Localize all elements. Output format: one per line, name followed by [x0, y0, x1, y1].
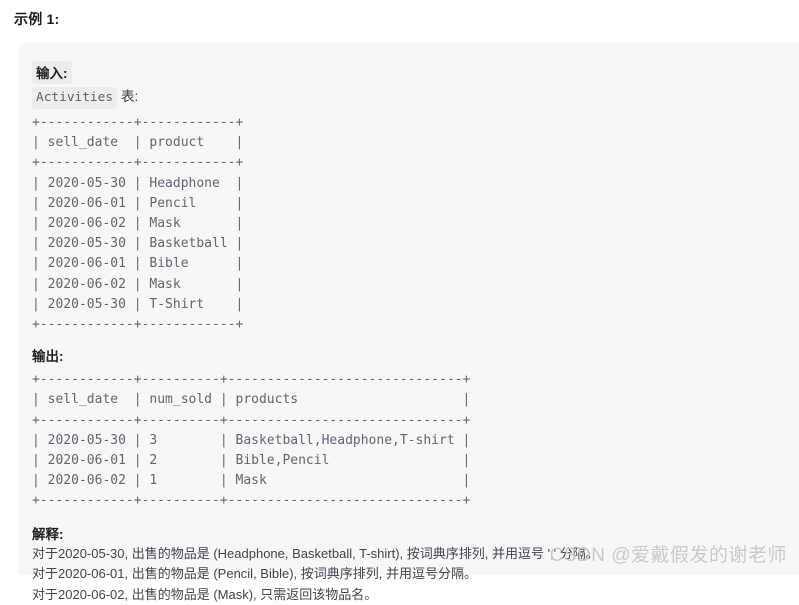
page-title: 示例 1:: [14, 11, 60, 27]
explanation-line: 对于2020-06-01, 出售的物品是 (Pencil, Bible), 按词…: [32, 566, 477, 582]
output-ascii-table: +------------+----------+---------------…: [32, 372, 471, 509]
table-suffix-label: 表:: [121, 89, 139, 104]
input-ascii-table: +------------+------------+ | sell_date …: [32, 115, 244, 333]
explanation-lines: 对于2020-05-30, 出售的物品是 (Headphone, Basketb…: [32, 544, 799, 605]
output-label-row: 输出:: [32, 345, 799, 366]
example-code-card: 输入: Activities 表: +------------+---------…: [18, 43, 799, 602]
input-label-row: 输入:: [32, 61, 799, 84]
output-label: 输出:: [32, 349, 64, 365]
explanation-label: 解释:: [32, 526, 64, 542]
input-table-name-row: Activities 表:: [32, 87, 799, 109]
activities-table-name: Activities: [32, 87, 118, 109]
input-label: 输入:: [32, 61, 72, 84]
explanation-line: 对于2020-06-02, 出售的物品是 (Mask), 只需返回该物品名。: [32, 586, 378, 602]
explanation-line: 对于2020-05-30, 出售的物品是 (Headphone, Basketb…: [32, 545, 599, 561]
explanation-label-row: 解释:: [32, 523, 799, 544]
